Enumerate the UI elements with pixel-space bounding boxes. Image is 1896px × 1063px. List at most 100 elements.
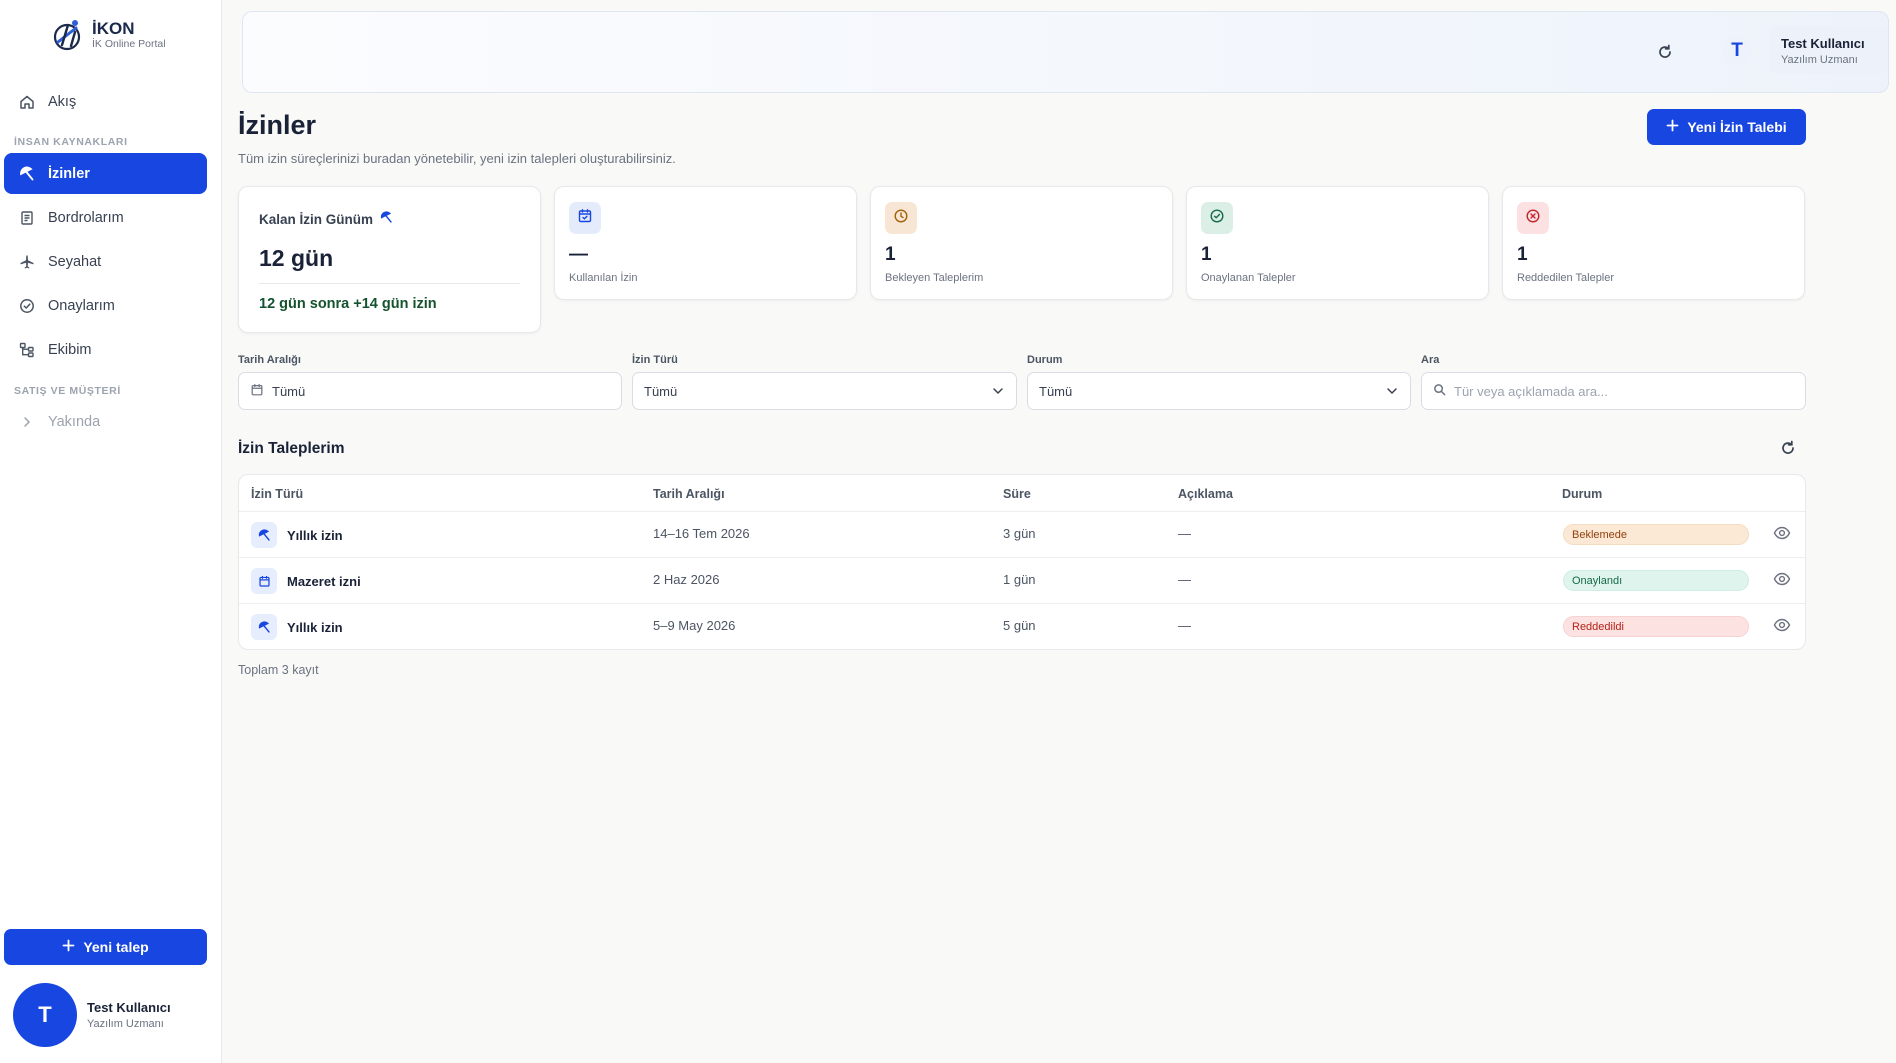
leave-type-label: Yıllık izin [287, 527, 343, 543]
remaining-leave-label-row: Kalan İzin Günüm [259, 211, 393, 227]
filter-label-search: Ara [1421, 354, 1440, 366]
leave-type-label: Mazeret izni [287, 573, 361, 589]
sidebar-item-bordrolarim[interactable]: Bordrolarım [4, 197, 207, 238]
brand-logo-icon [53, 20, 81, 51]
plus-icon [62, 939, 75, 955]
stat-label: Bekleyen Taleplerim [885, 272, 984, 284]
stat-label: Kullanılan İzin [569, 272, 638, 284]
date-range-cell: 5–9 May 2026 [653, 618, 736, 633]
org-chart-icon [18, 341, 36, 359]
sidebar-section-sales: SATIŞ VE MÜŞTERİ [14, 385, 121, 397]
header-user-menu[interactable]: Test Kullanıcı Yazılım Uzmanı [1770, 26, 1888, 74]
top-header [242, 11, 1889, 93]
sidebar-section-hr: İNSAN KAYNAKLARI [14, 136, 128, 148]
status-badge: Beklemede [1563, 524, 1749, 545]
stat-badge [885, 202, 917, 234]
sidebar-item-seyahat[interactable]: Seyahat [4, 241, 207, 282]
new-request-label: Yeni talep [83, 939, 149, 955]
search-input[interactable]: Tür veya açıklamada ara... [1421, 372, 1806, 410]
stat-card-used: — Kullanılan İzin [554, 186, 857, 300]
beach-umbrella-icon [380, 211, 393, 227]
user-role: Yazılım Uzmanı [1781, 54, 1858, 66]
stat-card-approved: 1 Onaylanan Talepler [1186, 186, 1489, 300]
eye-icon[interactable] [1773, 570, 1793, 590]
clock-icon [893, 208, 909, 229]
column-header: Açıklama [1178, 487, 1233, 501]
sidebar-item-onaylarim[interactable]: Onaylarım [4, 285, 207, 326]
header-avatar[interactable]: T [1722, 36, 1752, 66]
refresh-icon[interactable] [1778, 438, 1798, 458]
sidebar-user-profile[interactable]: T Test Kullanıcı Yazılım Uzmanı [13, 983, 171, 1047]
sidebar-item-yakinda[interactable]: Yakında [4, 401, 207, 442]
stat-label: Onaylanan Talepler [1201, 272, 1296, 284]
duration-cell: 5 gün [1003, 618, 1036, 633]
column-header: Tarih Aralığı [653, 487, 725, 501]
user-name: Test Kullanıcı [1781, 36, 1865, 51]
sidebar-item-label: Seyahat [48, 253, 102, 270]
date-range-cell: 14–16 Tem 2026 [653, 526, 750, 541]
duration-cell: 1 gün [1003, 572, 1036, 587]
sidebar-item-izinler[interactable]: İzinler [4, 153, 207, 194]
sidebar-item-ekibim[interactable]: Ekibim [4, 329, 207, 370]
beach-umbrella-icon [251, 614, 277, 640]
leave-type-select[interactable]: Tümü [632, 372, 1017, 410]
sidebar-item-label: Bordrolarım [48, 209, 124, 226]
stat-card-pending: 1 Bekleyen Taleplerim [870, 186, 1173, 300]
chevron-right-icon [18, 413, 36, 431]
sidebar-item-label: Ekibim [48, 341, 92, 358]
eye-icon[interactable] [1773, 616, 1793, 636]
beach-umbrella-icon [251, 522, 277, 548]
date-range-picker[interactable]: Tümü [238, 372, 622, 410]
leave-requests-table: İzin Türü Tarih Aralığı Süre Açıklama Du… [238, 474, 1806, 650]
table-total-count: Toplam 3 kayıt [238, 663, 319, 677]
sidebar-item-label: Yakında [48, 413, 101, 430]
column-header: Süre [1003, 487, 1031, 501]
eye-icon[interactable] [1773, 524, 1793, 544]
remaining-leave-card: Kalan İzin Günüm 12 gün 12 gün sonra +14… [238, 186, 541, 333]
column-header: İzin Türü [251, 487, 304, 501]
remaining-leave-value: 12 gün [259, 245, 334, 271]
stat-value: 1 [885, 244, 896, 265]
leave-type-cell: Yıllık izin [251, 522, 343, 548]
brand-logo[interactable]: İKON İK Online Portal [48, 16, 166, 54]
check-circle-icon [1209, 208, 1225, 229]
receipt-icon [18, 209, 36, 227]
status-badge: Reddedildi [1563, 616, 1749, 637]
stat-badge [569, 202, 601, 234]
beach-umbrella-icon [18, 165, 36, 183]
brand-subtitle: İK Online Portal [92, 37, 166, 50]
sidebar: İKON İK Online Portal Akış İNSAN KAYNAKL… [0, 0, 222, 1063]
status-badge: Onaylandı [1563, 570, 1749, 591]
chevron-down-icon [991, 384, 1005, 398]
remaining-leave-label: Kalan İzin Günüm [259, 211, 374, 227]
status-value: Tümü [1039, 383, 1073, 399]
user-role: Yazılım Uzmanı [87, 1018, 164, 1030]
table-row[interactable]: Yıllık izin 5–9 May 2026 5 gün — Reddedi… [239, 603, 1805, 649]
avatar: T [13, 983, 77, 1047]
note-cell: — [1178, 526, 1191, 541]
refresh-icon[interactable] [1655, 42, 1675, 62]
divider [259, 283, 520, 284]
table-row[interactable]: Yıllık izin 14–16 Tem 2026 3 gün — Bekle… [239, 511, 1805, 557]
stat-value: 1 [1201, 244, 1212, 265]
search-placeholder: Tür veya açıklamada ara... [1454, 383, 1608, 399]
table-row[interactable]: Mazeret izni 2 Haz 2026 1 gün — Onayland… [239, 557, 1805, 603]
filter-label-status: Durum [1027, 354, 1063, 366]
date-range-cell: 2 Haz 2026 [653, 572, 720, 587]
status-select[interactable]: Tümü [1027, 372, 1411, 410]
filter-label-type: İzin Türü [632, 354, 678, 366]
page-subtitle: Tüm izin süreçlerinizi buradan yönetebil… [238, 151, 676, 166]
home-icon [18, 93, 36, 111]
table-title: İzin Taleplerim [238, 440, 345, 457]
x-circle-icon [1525, 208, 1541, 229]
leave-accrual-note: 12 gün sonra +14 gün izin [259, 296, 437, 312]
sidebar-item-akis[interactable]: Akış [4, 81, 207, 122]
new-leave-request-button[interactable]: Yeni İzin Talebi [1647, 109, 1806, 145]
new-leave-request-label: Yeni İzin Talebi [1687, 119, 1787, 135]
calendar-check-icon [577, 208, 593, 229]
sidebar-item-label: Onaylarım [48, 297, 115, 314]
new-request-button[interactable]: Yeni talep [4, 929, 207, 965]
chevron-down-icon [1385, 384, 1399, 398]
stat-badge [1517, 202, 1549, 234]
calendar-icon [251, 568, 277, 594]
